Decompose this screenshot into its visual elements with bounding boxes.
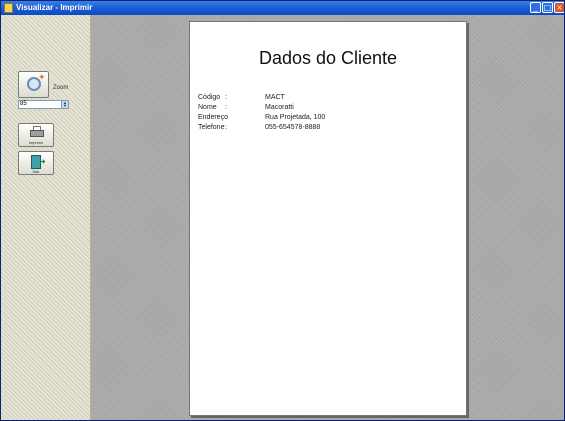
field-label-telefone: Telefone	[198, 124, 225, 131]
zoom-button[interactable]: ✦	[18, 71, 49, 98]
minimize-button[interactable]: _	[530, 2, 541, 13]
field-label-nome: Nome	[198, 104, 217, 111]
exit-button-label: Sair	[32, 169, 40, 174]
spinner-arrows-icon[interactable]: ▲ ▼	[61, 101, 68, 108]
field-value-endereco: Rua Projetada, 100	[265, 114, 326, 121]
report-page: Dados do Cliente Código : MACT Nome : Ma…	[189, 21, 467, 416]
field-separator: :	[225, 124, 227, 131]
zoom-label: Zoom	[53, 85, 69, 91]
sparkle-icon: ✦	[38, 73, 46, 83]
field-label-codigo: Código	[198, 94, 221, 101]
window-title: Visualizar - Imprimir	[16, 3, 93, 12]
zoom-spinner[interactable]: 85 ▲ ▼	[18, 100, 69, 109]
title-bar[interactable]: Visualizar - Imprimir _ □ ×	[1, 1, 564, 15]
preview-area[interactable]: Dados do Cliente Código : MACT Nome : Ma…	[91, 15, 564, 420]
print-button[interactable]: Imprimir	[18, 123, 54, 147]
field-value-telefone: 055-654578-8888	[265, 124, 321, 131]
toolbar-panel: ✦ Zoom 85 ▲ ▼ Imprimir ➜ Sair	[1, 15, 91, 420]
maximize-button[interactable]: □	[542, 2, 553, 13]
field-value-codigo: MACT	[265, 94, 285, 101]
report-title: Dados do Cliente	[258, 48, 398, 68]
app-icon	[4, 3, 13, 13]
print-preview-window: Visualizar - Imprimir _ □ × ✦ Zoom 85 ▲ ▼…	[0, 0, 565, 421]
exit-button[interactable]: ➜ Sair	[18, 151, 54, 175]
field-separator: :	[225, 114, 227, 121]
field-separator: :	[225, 104, 227, 111]
field-separator: :	[225, 94, 227, 101]
zoom-value[interactable]: 85	[20, 101, 27, 108]
field-value-nome: Macoratti	[265, 104, 294, 111]
close-button[interactable]: ×	[554, 2, 564, 13]
printer-icon	[30, 130, 44, 137]
print-button-label: Imprimir	[28, 140, 44, 145]
field-label-endereco: Endereço	[198, 114, 228, 121]
arrow-right-icon: ➜	[39, 157, 46, 166]
